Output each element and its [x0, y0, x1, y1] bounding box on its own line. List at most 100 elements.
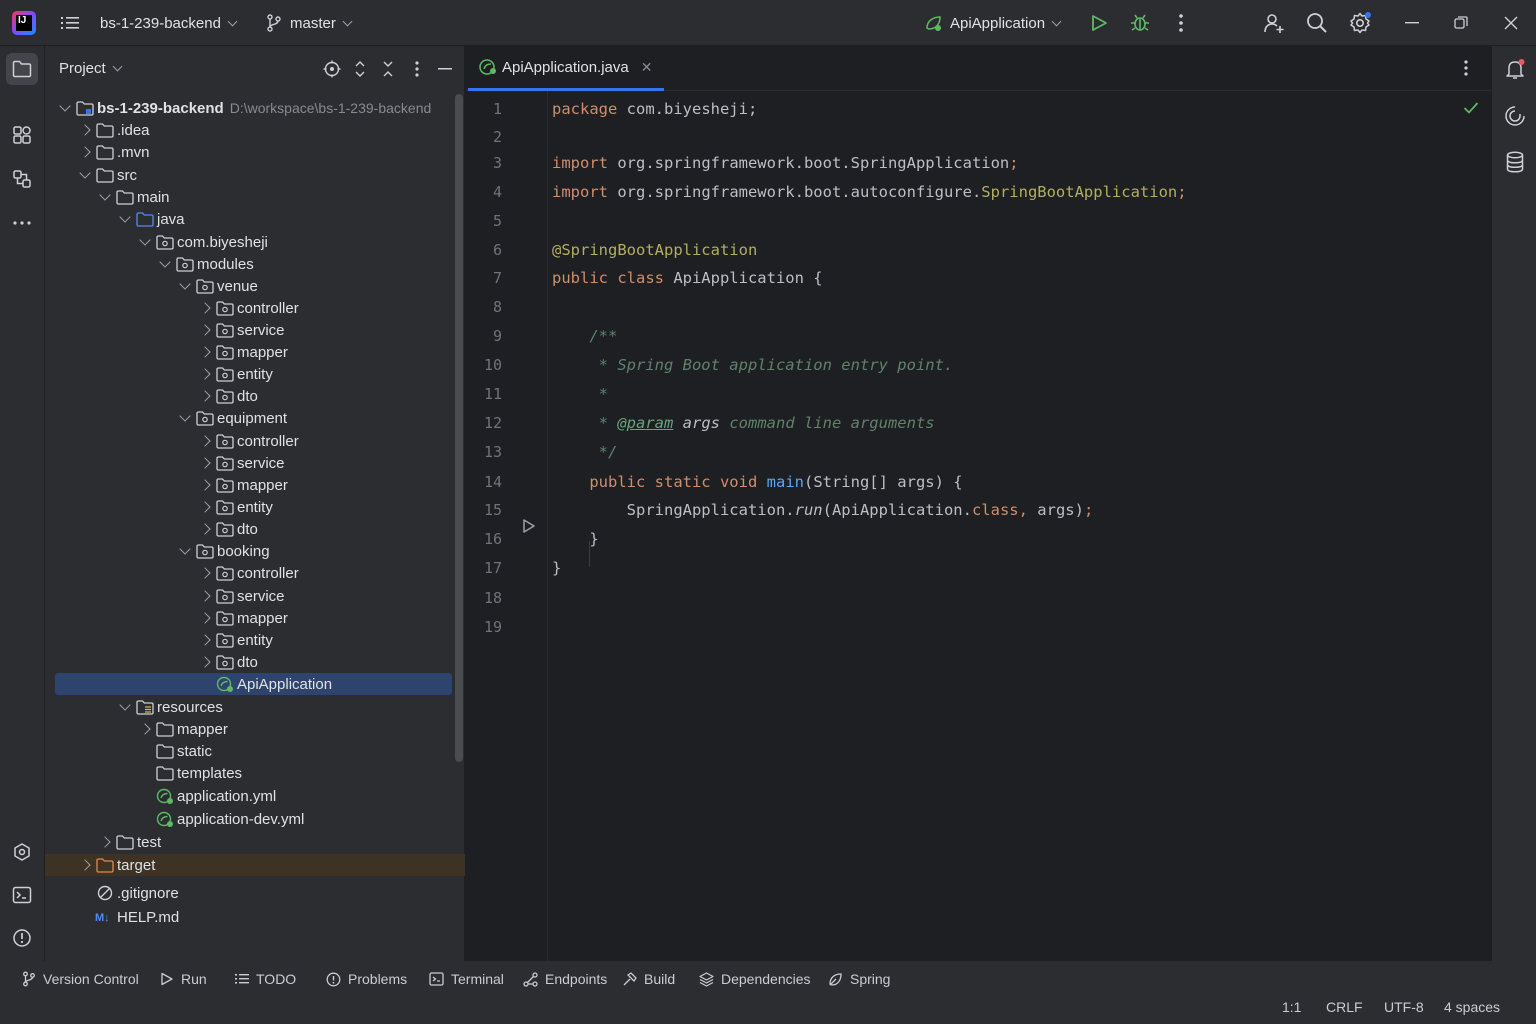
tree-expander[interactable] [195, 346, 215, 358]
tool-window-endpoints[interactable]: Endpoints [523, 961, 607, 997]
tree-expander[interactable] [195, 302, 215, 314]
tool-window-terminal[interactable]: Terminal [429, 961, 504, 997]
tree-expander[interactable] [75, 859, 95, 871]
tree-item-mvn[interactable]: .mvn [45, 141, 465, 163]
chevron-down-icon[interactable] [59, 100, 71, 112]
tool-window-build[interactable]: Build [622, 961, 675, 997]
tree-expander[interactable] [75, 167, 95, 179]
chevron-down-icon[interactable] [119, 211, 131, 223]
chevron-right-icon[interactable] [199, 590, 211, 602]
line-number[interactable]: 7 [466, 269, 502, 287]
tree-item-entity[interactable]: entity [45, 496, 465, 518]
tree-expander[interactable] [195, 634, 215, 646]
tree-item-bs-1-239-backend[interactable]: bs-1-239-backend D:\workspace\bs-1-239-ba… [45, 97, 465, 119]
intellij-logo-icon[interactable]: IJ [12, 11, 36, 35]
tree-expander[interactable] [195, 501, 215, 513]
tool-window-run[interactable]: Run [160, 961, 207, 997]
tree-item-service[interactable]: service [45, 319, 465, 341]
tree-item-help-md[interactable]: M↓ HELP.md [45, 906, 465, 928]
tree-expander[interactable] [95, 189, 115, 201]
tree-item-controller[interactable]: controller [45, 562, 465, 584]
tree-expander[interactable] [135, 234, 155, 246]
chevron-right-icon[interactable] [199, 302, 211, 314]
chevron-down-icon[interactable] [139, 234, 151, 246]
line-number[interactable]: 2 [466, 128, 502, 146]
tree-expander[interactable] [195, 324, 215, 336]
tree-item-dto[interactable]: dto [45, 651, 465, 673]
tree-item-service[interactable]: service [45, 452, 465, 474]
chevron-right-icon[interactable] [199, 368, 211, 380]
terminal-tool-icon[interactable] [6, 879, 38, 911]
tree-expander[interactable] [195, 390, 215, 402]
branch-switcher[interactable]: master [266, 0, 353, 46]
tree-item-templates[interactable]: templates [45, 762, 465, 784]
line-number[interactable]: 19 [466, 618, 502, 636]
chevron-right-icon[interactable] [199, 501, 211, 513]
tree-item-main[interactable]: main [45, 186, 465, 208]
tree-expander[interactable] [195, 590, 215, 602]
line-number[interactable]: 11 [466, 385, 502, 403]
tree-item-equipment[interactable]: equipment [45, 407, 465, 429]
tool-window-spring[interactable]: Spring [828, 961, 890, 997]
problems-tool-icon[interactable] [6, 922, 38, 954]
collapse-all-icon[interactable] [378, 59, 398, 79]
line-number[interactable]: 18 [466, 589, 502, 607]
chevron-right-icon[interactable] [199, 479, 211, 491]
debug-icon[interactable] [1128, 11, 1152, 35]
tree-expander[interactable] [95, 836, 115, 848]
tree-expander[interactable] [195, 435, 215, 447]
tool-window-todo[interactable]: TODO [235, 961, 296, 997]
tree-expander[interactable] [195, 457, 215, 469]
tree-item-controller[interactable]: controller [45, 297, 465, 319]
chevron-right-icon[interactable] [199, 346, 211, 358]
line-number[interactable]: 9 [466, 327, 502, 345]
chevron-down-icon[interactable] [159, 256, 171, 268]
tree-item-java[interactable]: java [45, 208, 465, 230]
tree-item-service[interactable]: service [45, 585, 465, 607]
tree-item-dto[interactable]: dto [45, 518, 465, 540]
line-number[interactable]: 10 [466, 356, 502, 374]
tree-expander[interactable] [75, 124, 95, 136]
chevron-right-icon[interactable] [199, 567, 211, 579]
ai-assistant-icon[interactable] [1500, 101, 1530, 131]
chevron-right-icon[interactable] [199, 457, 211, 469]
tree-expander[interactable] [115, 211, 135, 223]
chevron-down-icon[interactable] [79, 167, 91, 179]
tree-expander[interactable] [195, 612, 215, 624]
more-tools-icon[interactable] [6, 207, 38, 239]
line-number[interactable]: 3 [466, 154, 502, 172]
chevron-right-icon[interactable] [199, 656, 211, 668]
tree-item-venue[interactable]: venue [45, 275, 465, 297]
search-icon[interactable] [1305, 11, 1329, 35]
chevron-right-icon[interactable] [199, 435, 211, 447]
file-encoding[interactable]: UTF-8 [1384, 997, 1424, 1017]
run-gutter-icon[interactable] [522, 518, 536, 537]
chevron-right-icon[interactable] [99, 836, 111, 848]
tree-item-mapper[interactable]: mapper [45, 607, 465, 629]
tree-item-static[interactable]: static [45, 740, 465, 762]
project-tree-scrollbar[interactable] [455, 94, 463, 762]
restore-window-icon[interactable] [1449, 11, 1473, 35]
chevron-right-icon[interactable] [199, 634, 211, 646]
code-with-me-icon[interactable] [1262, 11, 1286, 35]
more-actions-icon[interactable] [1169, 11, 1193, 35]
chevron-down-icon[interactable] [119, 699, 131, 711]
chevron-right-icon[interactable] [79, 859, 91, 871]
line-number[interactable]: 1 [466, 100, 502, 118]
tool-window-version-control[interactable]: Version Control [22, 961, 139, 997]
tree-expander[interactable] [175, 543, 195, 555]
tree-item-apiapplication[interactable]: ApiApplication [55, 673, 452, 695]
tree-expander[interactable] [195, 567, 215, 579]
close-tab-icon[interactable]: ✕ [641, 59, 653, 76]
chevron-right-icon[interactable] [199, 523, 211, 535]
line-ending[interactable]: CRLF [1326, 997, 1363, 1017]
tree-expander[interactable] [195, 656, 215, 668]
run-config-selector[interactable]: ApiApplication [924, 0, 1062, 46]
tree-expander[interactable] [175, 278, 195, 290]
services-tool-icon[interactable] [6, 836, 38, 868]
tree-expander[interactable] [55, 100, 75, 112]
tree-item-gitignore[interactable]: .gitignore [45, 882, 465, 904]
chevron-right-icon[interactable] [79, 146, 91, 158]
run-icon[interactable] [1087, 11, 1111, 35]
tree-item-mapper[interactable]: mapper [45, 341, 465, 363]
